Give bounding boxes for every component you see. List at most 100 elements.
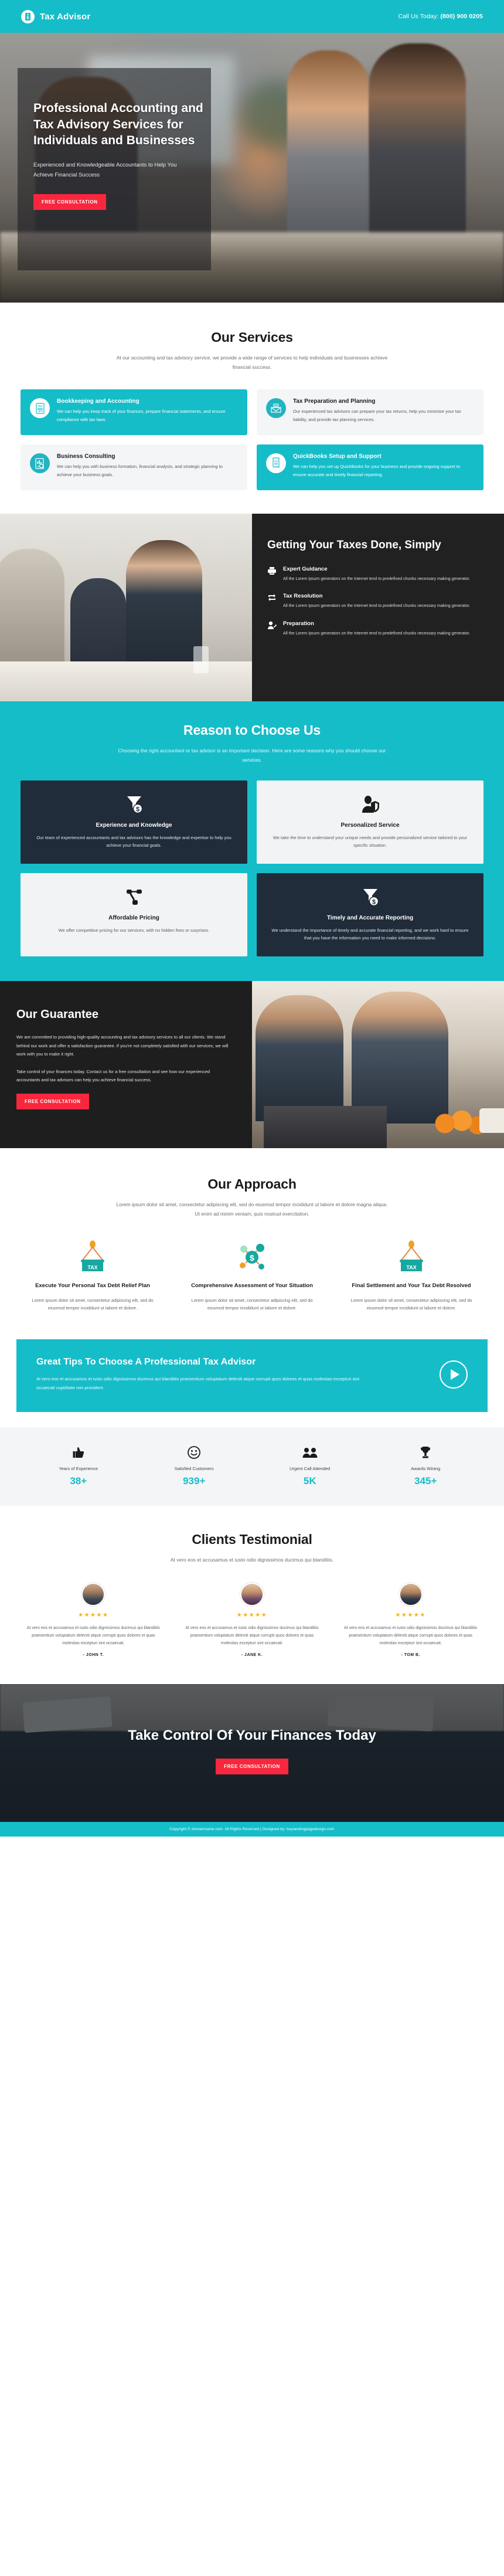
person-shield-icon: [268, 793, 472, 816]
feature-tax-resolution: Tax Resolution All the Lorem Ipsum gener…: [267, 593, 486, 610]
reason-to-choose-section: Reason to Choose Us Choosing the right a…: [0, 701, 504, 981]
reason-card-text: We understand the importance of timely a…: [271, 927, 469, 941]
hero-section: Professional Accounting and Tax Advisory…: [0, 33, 504, 303]
avatar: [240, 1582, 264, 1606]
feature-title: Tax Resolution: [283, 593, 323, 600]
reason-card-title: Timely and Accurate Reporting: [326, 914, 414, 921]
reason-card-title: Personalized Service: [340, 822, 400, 829]
feature-preparation: Preparation All the Lorem Ipsum generato…: [267, 620, 486, 637]
tax-receipt-icon: TAX: [266, 453, 286, 474]
refresh-arrows-icon: [267, 593, 277, 610]
testimonial-author: - JANE K.: [241, 1653, 263, 1658]
taxes-title: Getting Your Taxes Done, Simply: [267, 539, 441, 552]
printer-icon: [267, 566, 277, 583]
guarantee-section: Our Guarantee We are committed to provid…: [0, 980, 504, 1148]
svg-text:$: $: [372, 898, 375, 905]
funnel-dollar-icon: $: [32, 793, 236, 816]
services-grid: TAX $ Bookkeeping and Accounting We can …: [21, 389, 483, 491]
stat-value: 345+: [414, 1475, 437, 1486]
service-card-tax-preparation[interactable]: TAX Tax Preparation and Planning Our exp…: [257, 389, 483, 436]
guarantee-paragraph-2: Take control of your finances today. Con…: [16, 1068, 210, 1083]
svg-text:$: $: [135, 806, 139, 813]
testimonial-author: - TOM B.: [401, 1653, 420, 1658]
service-card-business-consulting[interactable]: $ Business Consulting We can help you wi…: [21, 444, 247, 491]
feature-text: All the Lorem Ipsum generators on the In…: [283, 604, 471, 609]
network-nodes-icon: [32, 886, 236, 908]
stat-urgent-call-attended: Urgent Call Attended 5K: [252, 1445, 368, 1487]
cta-free-consultation-button[interactable]: FREE CONSULTATION: [216, 1758, 288, 1774]
stat-awards-wining: Awards Wining 345+: [368, 1445, 484, 1487]
testimonial-text: At vero eos et accusamus et iusto odio d…: [185, 1625, 319, 1646]
tax-scale-icon: TAX: [339, 1238, 483, 1274]
stat-label: Years of Experience: [59, 1465, 98, 1471]
site-header: $ Tax Advisor Call Us Today: (800) 900 0…: [0, 0, 504, 33]
approach-step-title: Comprehensive Assessment of Your Situati…: [191, 1282, 313, 1289]
reason-card-pricing[interactable]: Affordable Pricing We offer competitive …: [21, 873, 247, 956]
service-card-quickbooks[interactable]: TAX QuickBooks Setup and Support We can …: [257, 444, 483, 491]
services-section: Our Services At our accounting and tax a…: [0, 303, 504, 514]
service-title: Bookkeeping and Accounting: [57, 398, 139, 405]
stat-value: 38+: [70, 1475, 87, 1486]
stat-years-of-experience: Years of Experience 38+: [21, 1445, 137, 1487]
phone-number[interactable]: (800) 900 0205: [440, 13, 483, 20]
guarantee-free-consultation-button[interactable]: FREE CONSULTATION: [16, 1094, 89, 1109]
approach-step-3: TAX Final Settlement and Your Tax Debt R…: [339, 1238, 483, 1312]
service-text: We can help you keep track of your finan…: [57, 409, 226, 422]
service-title: QuickBooks Setup and Support: [293, 453, 382, 460]
reason-card-reporting[interactable]: $ Timely and Accurate Reporting We under…: [257, 873, 483, 956]
hero-subtitle: Experienced and Knowledgeable Accountant…: [33, 162, 177, 178]
approach-step-text: Lorem ipsum dolor sit amet, consectetur …: [32, 1297, 154, 1311]
service-card-bookkeeping[interactable]: TAX $ Bookkeeping and Accounting We can …: [21, 389, 247, 436]
reason-card-experience[interactable]: $ Experience and Knowledge Our team of e…: [21, 780, 247, 864]
reason-card-text: We take the time to understand your uniq…: [273, 834, 468, 849]
person-edit-icon: [267, 620, 277, 637]
approach-step-2: $ Comprehensive Assessment of Your Situa…: [180, 1238, 324, 1312]
people-icon: [252, 1445, 368, 1460]
approach-step-title: Execute Your Personal Tax Debt Relief Pl…: [35, 1282, 150, 1289]
play-button-icon[interactable]: [440, 1360, 468, 1389]
tax-envelope-icon: TAX: [266, 398, 286, 419]
stat-value: 939+: [183, 1475, 206, 1486]
svg-text:TAX: TAX: [38, 405, 43, 408]
feature-text: All the Lorem Ipsum generators on the In…: [283, 631, 471, 636]
rating-stars: ★★★★★: [78, 1611, 109, 1618]
reason-card-title: Affordable Pricing: [108, 914, 159, 921]
page-root: $ Tax Advisor Call Us Today: (800) 900 0…: [0, 0, 504, 1837]
feature-expert-guidance: Expert Guidance All the Lorem Ipsum gene…: [267, 566, 486, 583]
svg-text:TAX: TAX: [274, 460, 278, 463]
reason-subtitle: Choosing the right accountant or tax adv…: [118, 748, 386, 763]
tips-title: Great Tips To Choose A Professional Tax …: [36, 1357, 256, 1367]
service-title: Tax Preparation and Planning: [293, 398, 376, 405]
service-text: We can help you set up QuickBooks for yo…: [293, 464, 461, 477]
service-text: Our experienced tax advisors can prepare…: [293, 409, 461, 422]
chart-analysis-icon: $: [30, 453, 50, 474]
testimonial-card: ★★★★★ At vero eos et accusamus et iusto …: [338, 1582, 483, 1658]
call-label: Call Us Today:: [398, 13, 439, 20]
cta-title: Take Control Of Your Finances Today: [128, 1727, 376, 1744]
stat-label: Awards Wining: [411, 1465, 441, 1471]
testimonial-card: ★★★★★ At vero eos et accusamus et iusto …: [21, 1582, 166, 1657]
stat-value: 5K: [303, 1475, 316, 1486]
svg-text:TAX: TAX: [87, 1265, 97, 1271]
approach-step-text: Lorem ipsum dolor sit amet, consectetur …: [350, 1297, 472, 1311]
avatar: [399, 1582, 423, 1606]
reason-card-personalized[interactable]: Personalized Service We take the time to…: [257, 780, 483, 864]
svg-text:$: $: [38, 465, 39, 468]
rating-stars: ★★★★★: [395, 1611, 426, 1618]
hero-free-consultation-button[interactable]: FREE CONSULTATION: [33, 194, 106, 211]
taxes-done-section: Getting Your Taxes Done, Simply Expert G…: [0, 514, 504, 702]
approach-section: Our Approach Lorem ipsum dolor sit amet,…: [0, 1148, 504, 1340]
reason-card-text: We offer competitive pricing for our ser…: [58, 927, 210, 933]
rating-stars: ★★★★★: [236, 1611, 268, 1618]
svg-text:$: $: [27, 16, 29, 20]
feature-title: Preparation: [283, 620, 314, 627]
call-us-today[interactable]: Call Us Today: (800) 900 0205: [398, 13, 483, 20]
approach-steps: TAX Execute Your Personal Tax Debt Relie…: [21, 1238, 483, 1312]
avatar: [81, 1582, 105, 1606]
guarantee-paragraph-1: We are committed to providing high-quali…: [16, 1034, 229, 1057]
tax-scale-icon: TAX: [21, 1238, 165, 1274]
site-footer: Copyright © domainname.com. All Rights R…: [0, 1822, 504, 1837]
taxes-meeting-photo: [0, 514, 252, 702]
guarantee-photo: [252, 980, 504, 1148]
brand-logo[interactable]: $ Tax Advisor: [21, 9, 90, 23]
